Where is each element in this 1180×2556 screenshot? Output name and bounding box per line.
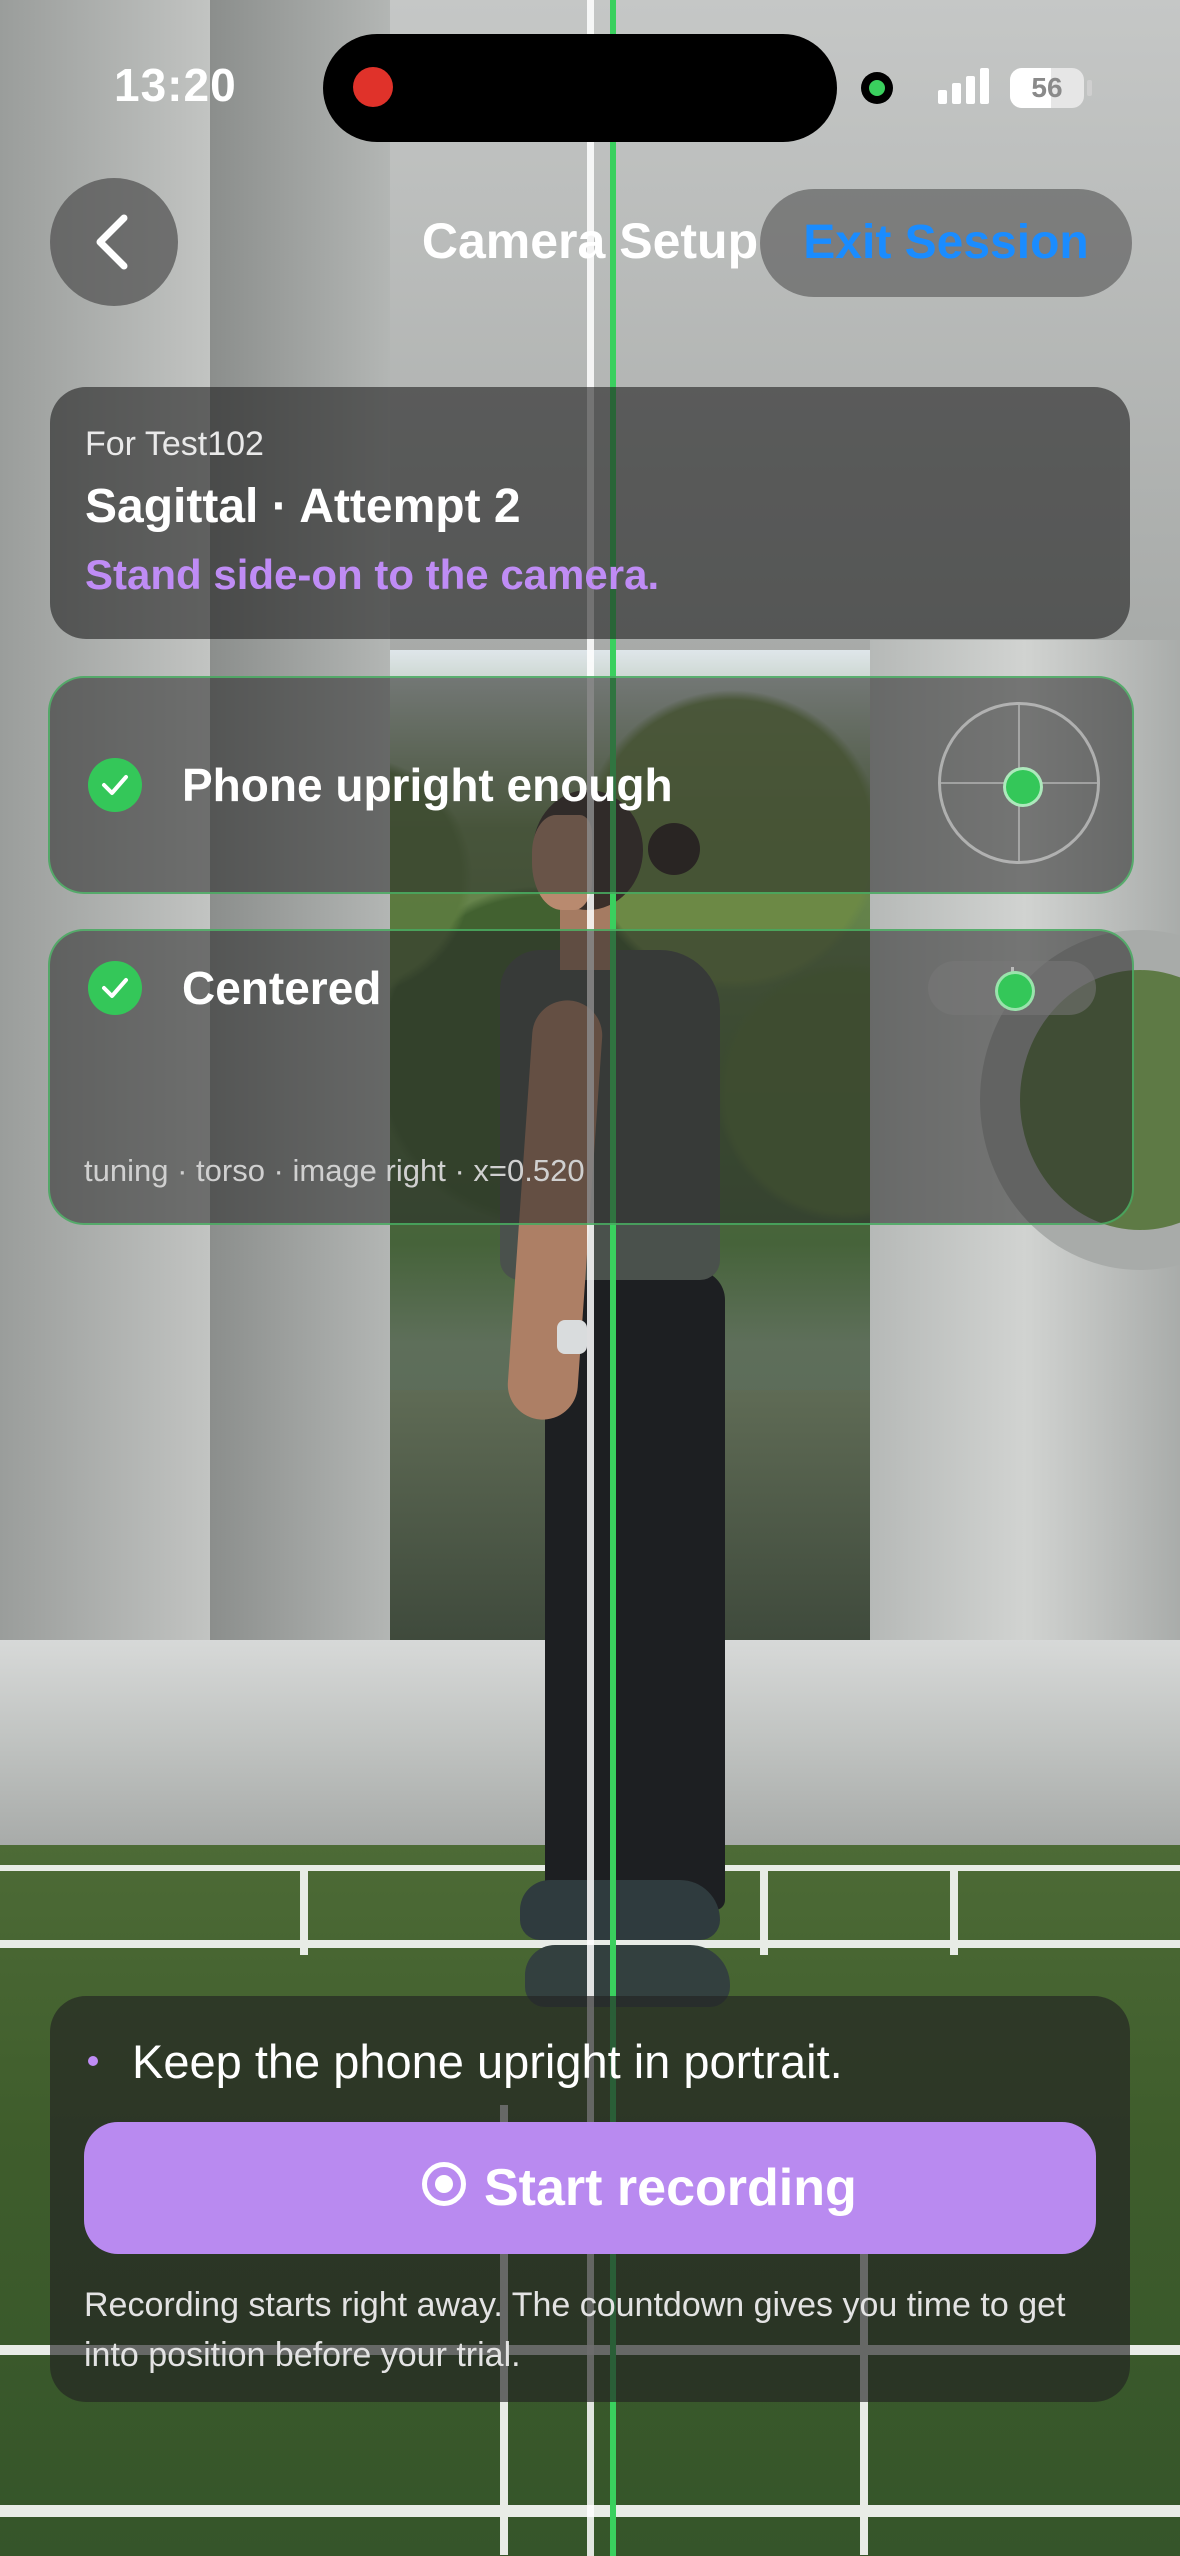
- battery-terminal: [1087, 80, 1092, 96]
- record-icon: [422, 2162, 466, 2206]
- start-recording-button[interactable]: Start recording: [84, 2122, 1096, 2254]
- camera-in-use-icon: [861, 72, 893, 104]
- instruction-text: Stand side-on to the camera.: [85, 551, 660, 598]
- center-slider-icon: [928, 961, 1096, 1015]
- tip-text: Keep the phone upright in portrait.: [132, 2035, 843, 2088]
- check-centered-card: Centered tuning · torso · image right · …: [48, 929, 1134, 1225]
- recording-indicator-icon: [353, 67, 393, 107]
- person-shoe: [520, 1880, 720, 1940]
- watch: [557, 1320, 587, 1354]
- cellular-signal-icon: [938, 68, 994, 104]
- camera-setup-screen: 13:20 56 Camera Setup Exit Session For T…: [0, 0, 1180, 2556]
- subject-label: For Test102: [85, 425, 264, 463]
- battery-icon: 56: [1010, 68, 1084, 108]
- center-position-dot: [995, 971, 1035, 1011]
- checkmark-icon: [88, 758, 142, 812]
- check-label: Centered: [182, 962, 382, 1014]
- back-button[interactable]: [50, 178, 178, 306]
- recording-panel: Keep the phone upright in portrait. Star…: [50, 1996, 1130, 2402]
- session-info-card: For Test102 Sagittal · Attempt 2 Stand s…: [50, 387, 1130, 639]
- page-title: Camera Setup: [421, 213, 759, 269]
- level-icon: [938, 702, 1100, 864]
- recording-note: Recording starts right away. The countdo…: [84, 2286, 1066, 2374]
- exit-session-button[interactable]: Exit Session: [760, 189, 1132, 297]
- check-label: Phone upright enough: [182, 759, 673, 811]
- bullet-icon: [88, 2056, 98, 2066]
- battery-level: 56: [1031, 72, 1063, 103]
- chevron-left-icon: [96, 214, 128, 270]
- checkmark-icon: [88, 961, 142, 1015]
- status-time: 13:20: [114, 59, 237, 111]
- tuning-readout: tuning · torso · image right · x=0.520: [84, 1153, 585, 1188]
- check-upright-card: Phone upright enough: [48, 676, 1134, 894]
- trial-title: Sagittal · Attempt 2: [85, 480, 521, 533]
- level-bubble: [1003, 767, 1043, 807]
- start-recording-label: Start recording: [484, 2159, 857, 2217]
- dynamic-island: [323, 34, 837, 142]
